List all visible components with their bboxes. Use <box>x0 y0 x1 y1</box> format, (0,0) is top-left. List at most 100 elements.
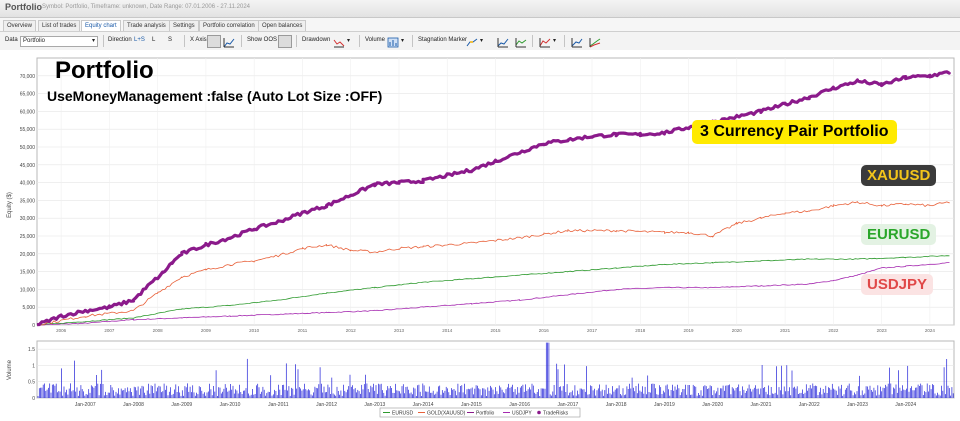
x-tick-label: 2017 <box>587 328 598 333</box>
legend: EURUSD GOLD(XAUUSD) Portfolio USDJPY Tra… <box>379 407 581 418</box>
chevron-down-icon[interactable]: ▾ <box>347 37 350 44</box>
badge-eurusd: EURUSD <box>861 224 937 245</box>
x-tick-label: 2007 <box>104 328 115 333</box>
y-tick-label: 0.5 <box>28 380 35 386</box>
chevron-down-icon[interactable]: ▾ <box>480 37 483 44</box>
x-tick-label: Jan-2022 <box>799 402 820 408</box>
x-tick-label: Jan-2016 <box>509 402 530 408</box>
chart-icon[interactable] <box>589 35 601 48</box>
y-tick-label: 55,000 <box>20 127 36 133</box>
y-tick-label: 10,000 <box>20 287 36 293</box>
y-tick-label: 65,000 <box>20 92 36 98</box>
x-tick-label: Jan-2012 <box>316 402 337 408</box>
legend-swatch-traderisks <box>537 410 541 415</box>
chevron-down-icon[interactable]: ▾ <box>401 37 404 44</box>
x-tick-label: 2008 <box>153 328 164 333</box>
x-tick-label: 2013 <box>394 328 405 333</box>
x-axis-label: X Axis <box>190 37 207 43</box>
direction-ls[interactable]: L+S <box>134 37 145 43</box>
chevron-down-icon[interactable]: ▾ <box>553 37 556 44</box>
x-tick-label: 2010 <box>249 328 260 333</box>
drawdown-icon[interactable] <box>333 35 345 48</box>
tab-list-of-trades[interactable]: List of trades <box>38 20 81 31</box>
tab-overview[interactable]: Overview <box>3 20 37 31</box>
y-tick-label: 30,000 <box>20 216 36 222</box>
x-tick-label: 2011 <box>298 328 308 333</box>
badge-portfolio: 3 Currency Pair Portfolio <box>692 120 897 144</box>
tab-open-balances[interactable]: Open balances <box>258 20 307 31</box>
legend-traderisks: TradeRisks <box>543 411 569 417</box>
x-axis-toggle[interactable] <box>207 35 221 48</box>
portfolio-heading: Portfolio <box>55 57 154 84</box>
direction-long[interactable]: L <box>152 37 155 43</box>
x-tick-label: Jan-2014 <box>413 402 434 408</box>
volume-icon[interactable] <box>387 35 399 48</box>
tab-portfolio-correlation[interactable]: Portfolio correlation <box>199 20 259 31</box>
stagnation-label: Stagnation Marker <box>418 37 468 43</box>
x-tick-label: Jan-2020 <box>702 402 723 408</box>
line-chart-icon[interactable] <box>223 35 235 48</box>
y-tick-label: 0 <box>32 323 35 329</box>
toolbar-divider <box>296 35 297 47</box>
data-select-value: Portfolio <box>23 38 46 44</box>
equity-chart: 0 5,000 10,000 15,000 20,000 25,000 30,000 35,0… <box>0 50 960 421</box>
y-tick-label: 25,000 <box>20 234 36 240</box>
x-tick-label: Jan-2023 <box>847 402 868 408</box>
y-tick-label: 0 <box>32 396 35 402</box>
x-tick-label: Jan-2017 <box>557 402 578 408</box>
x-tick-label: Jan-2021 <box>751 402 772 408</box>
x-tick-label: Jan-2011 <box>268 402 289 408</box>
show-oos-toggle[interactable] <box>278 35 292 48</box>
direction-label: Direction <box>108 37 132 43</box>
tab-trade-analysis[interactable]: Trade analysis <box>123 20 170 31</box>
x-tick-label: 2020 <box>732 328 743 333</box>
tab-equity-chart[interactable]: Equity chart <box>81 20 121 31</box>
y-tick-label: 40,000 <box>20 181 36 187</box>
legend-portfolio: Portfolio <box>476 411 495 417</box>
x-tick-label: 2023 <box>877 328 888 333</box>
x-tick-label: Jan-2009 <box>171 402 192 408</box>
tab-settings[interactable]: Settings <box>169 20 199 31</box>
data-select[interactable]: Portfolio ▾ <box>20 36 98 47</box>
equity-y-ticks: 0 5,000 10,000 15,000 20,000 25,000 30,000 35,0… <box>20 74 36 329</box>
data-label: Data <box>5 37 18 43</box>
direction-short[interactable]: S <box>168 37 172 43</box>
badge-xauusd: XAUUSD <box>861 165 937 186</box>
x-tick-label: 2009 <box>201 328 212 333</box>
y-tick-label: 35,000 <box>20 198 36 204</box>
badge-usdjpy: USDJPY <box>861 274 934 295</box>
money-management-note: UseMoneyManagement :false (Auto Lot Size… <box>47 88 383 104</box>
volume-y-axis-label: Volume <box>7 359 13 380</box>
chart-icon[interactable] <box>539 35 551 48</box>
tab-bar: Overview List of trades Equity chart Tra… <box>0 18 960 32</box>
legend-xauusd: GOLD(XAUUSD) <box>427 411 466 417</box>
window-subtitle: Symbol: Portfolio, Timeframe: unknown, D… <box>42 4 251 10</box>
x-tick-label: 2006 <box>56 328 67 333</box>
x-tick-label: 2022 <box>828 328 839 333</box>
toolbar-divider <box>359 35 360 47</box>
volume-label: Volume <box>365 37 386 43</box>
chart-icon[interactable] <box>497 35 509 48</box>
y-tick-label: 50,000 <box>20 145 36 151</box>
y-tick-label: 45,000 <box>20 163 36 169</box>
x-tick-label: 2015 <box>490 328 501 333</box>
legend-usdjpy: USDJPY <box>512 411 532 417</box>
title-bar: Portfolio Symbol: Portfolio, Timeframe: … <box>0 0 960 18</box>
toolbar: Data Portfolio ▾ Direction L+S L S X Axi… <box>0 32 960 51</box>
y-tick-label: 5,000 <box>22 305 35 311</box>
chart-icon[interactable] <box>571 35 583 48</box>
y-tick-label: 70,000 <box>20 74 36 80</box>
legend-eurusd: EURUSD <box>392 411 414 417</box>
stagnation-icon[interactable] <box>466 35 478 47</box>
x-tick-label: Jan-2018 <box>606 402 627 408</box>
x-tick-label: 2018 <box>635 328 646 333</box>
toolbar-divider <box>184 35 185 47</box>
x-tick-label: Jan-2013 <box>364 402 385 408</box>
x-tick-label: 2014 <box>442 328 453 333</box>
x-tick-label: 2012 <box>346 328 357 333</box>
x-tick-label: 2024 <box>925 328 936 333</box>
x-tick-label: 2021 <box>780 328 791 333</box>
y-tick-label: 1 <box>32 363 35 369</box>
chart-icon[interactable] <box>515 35 527 48</box>
x-tick-label: Jan-2007 <box>75 402 96 408</box>
